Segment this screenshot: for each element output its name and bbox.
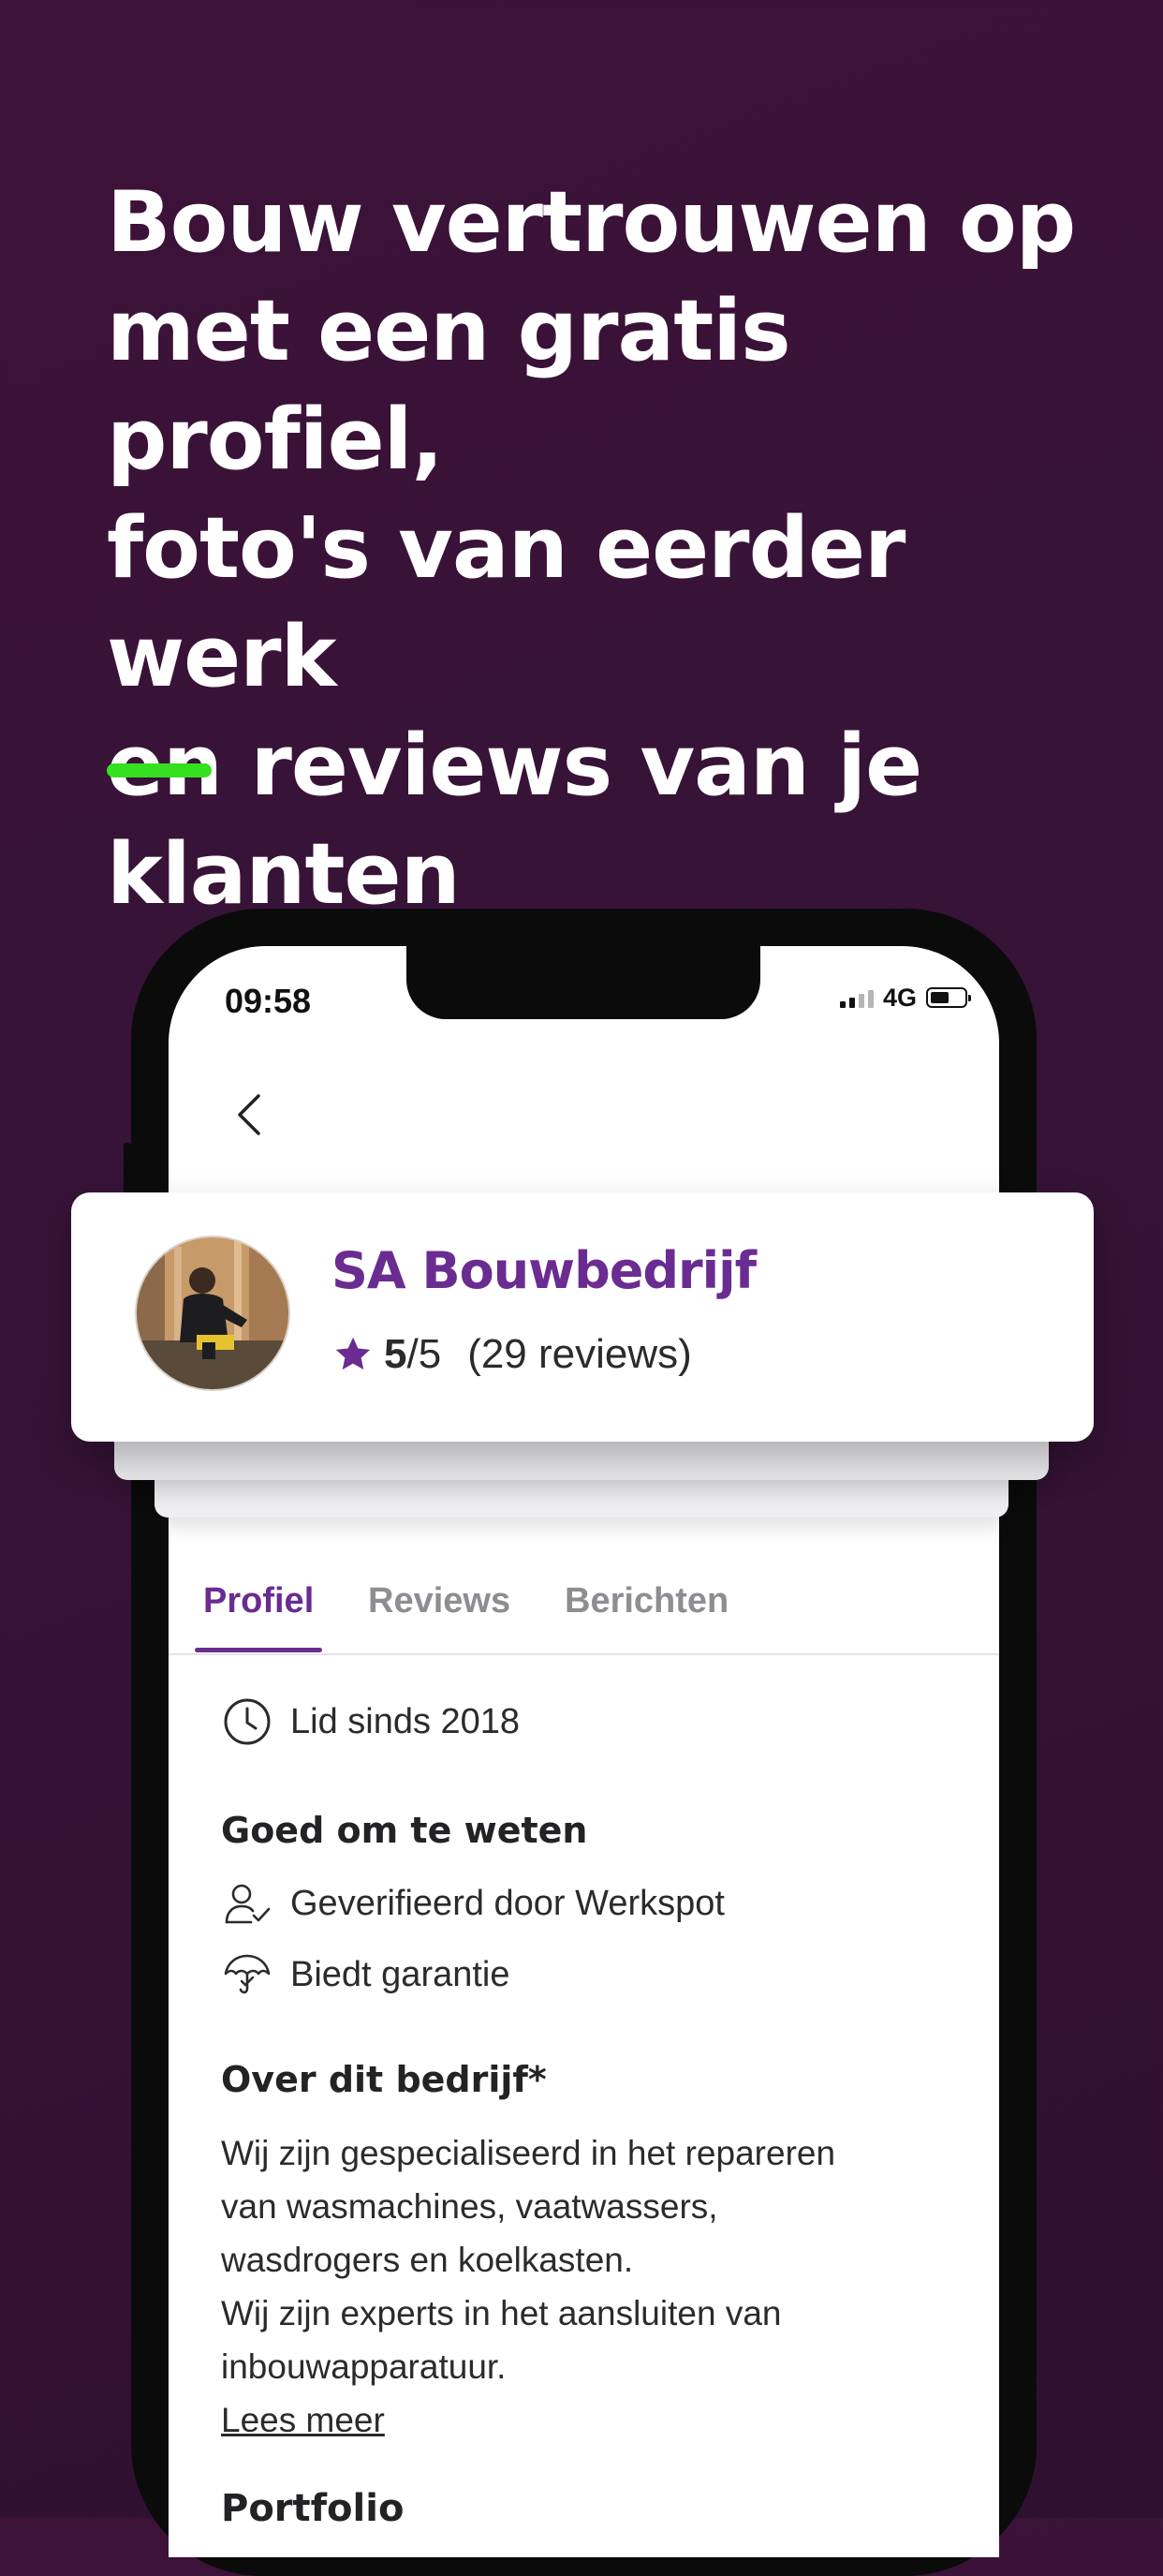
good-to-know-title: Goed om te weten [221,1810,588,1851]
phone-screen: 09:58 4G Profiel Reviews Berichten Lid s… [169,946,999,2557]
read-more-link[interactable]: Lees meer [221,2401,385,2439]
headline-line: Bouw vertrouwen op [107,173,1076,272]
rating-max: /5 [406,1331,442,1377]
verified-user-icon [221,1877,273,1930]
signal-icon [839,987,874,1008]
network-type: 4G [882,983,917,1012]
profile-tabs: Profiel Reviews Berichten [169,1546,999,1655]
clock-icon [221,1695,273,1748]
tab-reviews[interactable]: Reviews [368,1581,510,1621]
accent-bar [107,763,212,777]
about-line: van wasmachines, vaatwassers, [221,2187,718,2226]
phone-notch [406,946,760,1019]
verified-row: Geverifieerd door Werkspot [221,1877,725,1930]
star-icon [335,1337,371,1370]
avatar [137,1237,288,1389]
chevron-left-icon [238,1094,260,1135]
company-name: SA Bouwbedrijf [331,1241,757,1300]
status-indicators: 4G [839,983,971,1012]
about-title: Over dit bedrijf* [221,2059,547,2100]
tab-profiel[interactable]: Profiel [203,1581,314,1621]
rating: 5 /5 (29 reviews) [331,1331,692,1378]
member-since-row: Lid sinds 2018 [221,1695,520,1748]
rating-value: 5 [384,1331,407,1377]
headline: Bouw vertrouwen op met een gratis profie… [107,169,1099,929]
card-stack-shadow [155,1480,1008,1517]
member-since-text: Lid sinds 2018 [290,1701,521,1741]
about-line: Wij zijn experts in het aansluiten van [221,2294,782,2332]
status-time: 09:58 [225,982,312,1020]
phone-side-button [124,1143,131,1199]
portfolio-title: Portfolio [221,2487,405,2530]
back-button[interactable] [223,1087,279,1143]
guarantee-text: Biedt garantie [290,1954,510,1994]
about-line: inbouwapparatuur. [221,2347,507,2386]
profile-card: SA Bouwbedrijf 5 /5 (29 reviews) [71,1192,1094,1442]
verified-text: Geverifieerd door Werkspot [290,1883,725,1923]
umbrella-icon [221,1948,273,2001]
about-line: Wij zijn gespecialiseerd in het reparere… [221,2134,836,2172]
active-tab-indicator [195,1648,322,1652]
headline-line: en reviews van je [107,717,922,815]
about-text: Wij zijn gespecialiseerd in het reparere… [221,2126,933,2447]
reviews-count[interactable]: (29 reviews) [467,1331,692,1378]
about-line: wasdrogers en koelkasten. [221,2241,634,2279]
tab-berichten[interactable]: Berichten [565,1581,729,1621]
guarantee-row: Biedt garantie [221,1948,510,2001]
headline-line: foto's van eerder werk [107,499,905,706]
headline-line: met een gratis profiel, [107,282,791,489]
battery-icon [926,987,971,1008]
